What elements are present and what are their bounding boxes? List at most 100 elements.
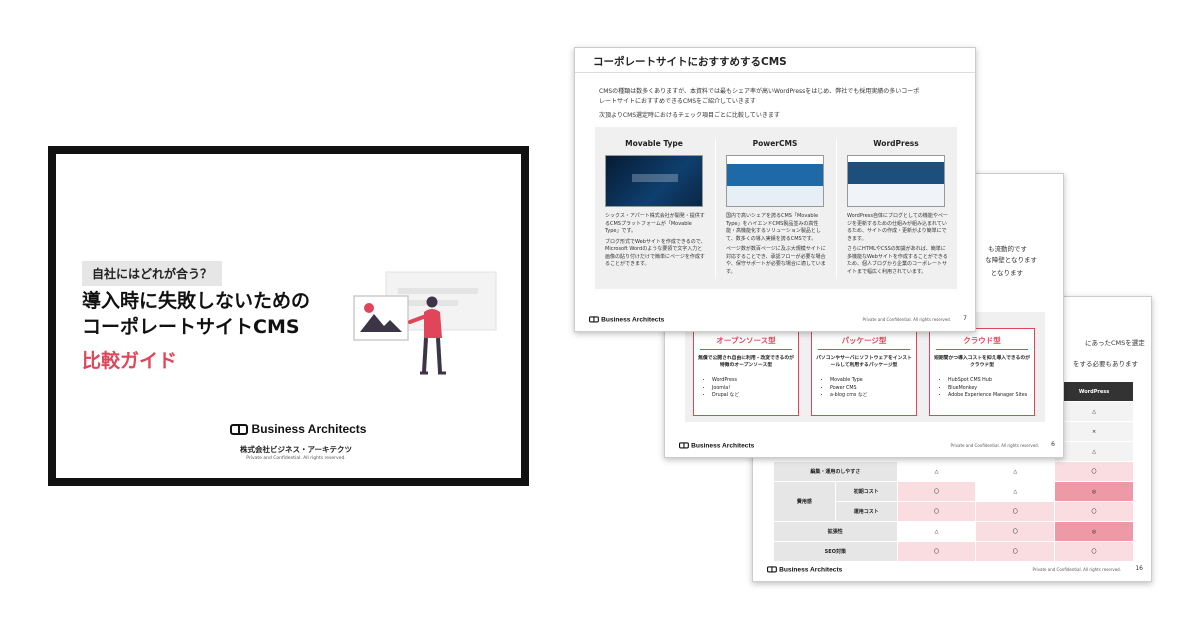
box-list: HubSpot CMS Hub BlueMonkey Adobe Experie… bbox=[942, 377, 1027, 400]
list-item: Drupal など bbox=[712, 392, 739, 400]
company-name: 株式会社ビジネス・アーキテクツ bbox=[239, 445, 353, 454]
logo-text: Business Architects bbox=[251, 422, 367, 436]
cover-confidential: Private and Confidential. All rights res… bbox=[246, 456, 346, 461]
box-list: Movable Type Power CMS a-blog cms など bbox=[824, 377, 867, 400]
cms-desc: WordPress自体にブログとしての機能やページを更新するための仕組みが組み込… bbox=[847, 213, 949, 279]
cover-logo: Business Architects bbox=[228, 422, 368, 436]
cover-subtitle: 比較ガイド bbox=[82, 350, 178, 372]
row-label: 初期コスト bbox=[834, 481, 898, 502]
box-title: オープンソース型 bbox=[716, 336, 776, 345]
cover-slide: 自社にはどれが合う？ 導入時に失敗しないための コーポレートサイトCMS 比較ガ… bbox=[48, 146, 529, 486]
slide3-confidential: Private and Confidential. All rights res… bbox=[1032, 567, 1121, 572]
question-badge: 自社にはどれが合う？ bbox=[82, 261, 223, 286]
slide2-confidential: Private and Confidential. All rights res… bbox=[950, 443, 1039, 448]
table-cell: 〇 bbox=[1054, 461, 1134, 482]
table-cell: △ bbox=[975, 461, 1056, 482]
row-label: 運用コスト bbox=[834, 501, 898, 522]
cms-desc-1: シックス・アパート株式会社が開発・提供するCMSプラットフォームが「Movabl… bbox=[605, 213, 705, 234]
box-desc: パソコンやサーバにソフトウェアをインストールして利用するパッケージ型 bbox=[816, 356, 912, 368]
box-desc: 短期間かつ導入コストを抑え導入できるのがクラウド型 bbox=[934, 356, 1030, 368]
box-list: WordPress Joomla! Drupal など bbox=[706, 377, 739, 400]
slide1-confidential: Private and Confidential. All rights res… bbox=[862, 317, 951, 322]
intro-line: レートサイトにおすすめできるCMSをご紹介していきます bbox=[599, 98, 756, 105]
table-cell: 〇 bbox=[1054, 501, 1134, 522]
row-label: 拡張性 bbox=[773, 521, 898, 542]
table-cell: × bbox=[1054, 421, 1134, 442]
list-item: a-blog cms など bbox=[830, 392, 867, 400]
cms-name: WordPress bbox=[873, 139, 919, 148]
box-title: クラウド型 bbox=[963, 336, 1001, 345]
table-cell: 〇 bbox=[896, 541, 977, 562]
slide1-title: コーポレートサイトにおすすめするCMS bbox=[593, 56, 787, 68]
table-cell: △ bbox=[896, 521, 977, 542]
slide2-subtext-3: となります bbox=[990, 269, 1023, 277]
slide3-subtext-1: にあったCMSを選定 bbox=[1085, 339, 1145, 347]
cms-desc: 国内で高いシェアを誇るCMS「Movable Type」をハイエンドCMS製品並… bbox=[726, 213, 828, 279]
list-item: Power CMS bbox=[830, 385, 867, 393]
cms-card-movabletype: Movable Type シックス・アパート株式会社が開発・提供するCMSプラッ… bbox=[597, 127, 711, 289]
cms-name: Movable Type bbox=[625, 139, 683, 148]
cms-desc-2: ブログ形式でWebサイトを作成できるので、Microsoft Wordのような要… bbox=[605, 238, 706, 268]
box-divider bbox=[700, 349, 792, 350]
box-desc: 無償で公開され自由に利用・改変できるのが特徴のオープンソース型 bbox=[698, 356, 794, 368]
cms-compare-panel: Movable Type シックス・アパート株式会社が開発・提供するCMSプラッ… bbox=[595, 127, 957, 289]
cms-desc-2: ページ数が数百ページに及ぶ大規模サイトに対応することでき、承認フローが必要な場合… bbox=[726, 246, 826, 275]
slide1-intro: CMSの種類は数多くありますが、本資料では最もシェア率が高いWordPressを… bbox=[599, 87, 959, 121]
cms-desc-1: 国内で高いシェアを誇るCMS「Movable Type」をハイエンドCMS製品並… bbox=[726, 213, 821, 242]
list-item: Joomla! bbox=[712, 385, 739, 393]
cover-title: 導入時に失敗しないための コーポレートサイトCMS bbox=[82, 288, 322, 340]
table-cell: 〇 bbox=[975, 501, 1056, 522]
box-divider bbox=[936, 349, 1028, 350]
cms-screenshot bbox=[847, 155, 945, 207]
table-cell: 〇 bbox=[975, 541, 1056, 562]
cms-type-box-opensource: オープンソース型 無償で公開され自由に利用・改変できるのが特徴のオープンソース型… bbox=[693, 328, 799, 416]
list-item: HubSpot CMS Hub bbox=[948, 377, 1027, 385]
table-cell: 〇 bbox=[896, 501, 977, 522]
intro-line: 次頂よりCMS選定時におけるチェック項目ごとに比較していきます bbox=[599, 112, 780, 119]
list-item: WordPress bbox=[712, 377, 739, 385]
logo-text: Business Architects bbox=[601, 315, 665, 323]
slide3-page-number: 16 bbox=[1135, 565, 1143, 572]
cms-desc-2: さらにHTMLやCSSの知識があれば、簡単に多機能なWebサイトを作成することが… bbox=[847, 246, 948, 275]
person-with-screens-illustration bbox=[353, 271, 497, 375]
cover-title-line: コーポレートサイトCMS bbox=[82, 316, 300, 338]
box-divider bbox=[818, 349, 910, 350]
col-divider bbox=[836, 139, 837, 279]
slide2-page-number: 6 bbox=[1051, 441, 1055, 448]
logo-text: Business Architects bbox=[691, 441, 755, 449]
cms-name: PowerCMS bbox=[752, 139, 798, 148]
box-title: パッケージ型 bbox=[841, 336, 887, 345]
slide3-footer-logo: Business Architects bbox=[767, 565, 842, 573]
table-cell: △ bbox=[1054, 401, 1134, 422]
table-cell: ◎ bbox=[1054, 521, 1134, 542]
ba-logo-icon bbox=[589, 316, 599, 323]
table-cell: △ bbox=[1054, 441, 1134, 462]
slide2-subtext-1: も流動的です bbox=[988, 245, 1027, 253]
col-header-wordpress: WordPress bbox=[1054, 381, 1134, 402]
ba-logo-icon bbox=[229, 423, 248, 435]
cms-type-box-cloud: クラウド型 短期間かつ導入コストを抑え導入できるのがクラウド型 HubSpot … bbox=[929, 328, 1035, 416]
col-divider bbox=[715, 139, 716, 279]
table-cell: △ bbox=[975, 481, 1056, 502]
list-item: Movable Type bbox=[830, 377, 867, 385]
slide-recommended-cms: コーポレートサイトにおすすめするCMS CMSの種類は数多くありますが、本資料で… bbox=[574, 47, 976, 332]
cms-screenshot bbox=[605, 155, 703, 207]
list-item: BlueMonkey bbox=[948, 385, 1027, 393]
title-divider bbox=[575, 72, 975, 73]
row-label: 編集・運用のしやすさ bbox=[773, 461, 898, 482]
row-label: SEO対策 bbox=[773, 541, 898, 562]
table-cell: 〇 bbox=[1054, 541, 1134, 562]
cms-card-wordpress: WordPress WordPress自体にブログとしての機能やページを更新する… bbox=[839, 127, 953, 289]
slide2-footer-logo: Business Architects bbox=[679, 441, 754, 449]
cms-desc: シックス・アパート株式会社が開発・提供するCMSプラットフォームが「Movabl… bbox=[605, 213, 707, 272]
cms-card-powercms: PowerCMS 国内で高いシェアを誇るCMS「Movable Type」をハイ… bbox=[718, 127, 832, 289]
table-cell: 〇 bbox=[975, 521, 1056, 542]
slide3-subtext-2: をする必要もあります bbox=[1073, 360, 1138, 368]
cover-title-line: 導入時に失敗しないための bbox=[82, 290, 311, 312]
table-cell: 〇 bbox=[896, 481, 977, 502]
slide2-subtext-2: な障壁となります bbox=[985, 256, 1037, 264]
logo-text: Business Architects bbox=[779, 565, 843, 573]
ba-logo-icon bbox=[767, 566, 777, 573]
cms-desc-1: WordPress自体にブログとしての機能やページを更新するための仕組みが組み込… bbox=[847, 213, 948, 242]
intro-line: CMSの種類は数多くありますが、本資料では最もシェア率が高いWordPressを… bbox=[599, 88, 920, 95]
